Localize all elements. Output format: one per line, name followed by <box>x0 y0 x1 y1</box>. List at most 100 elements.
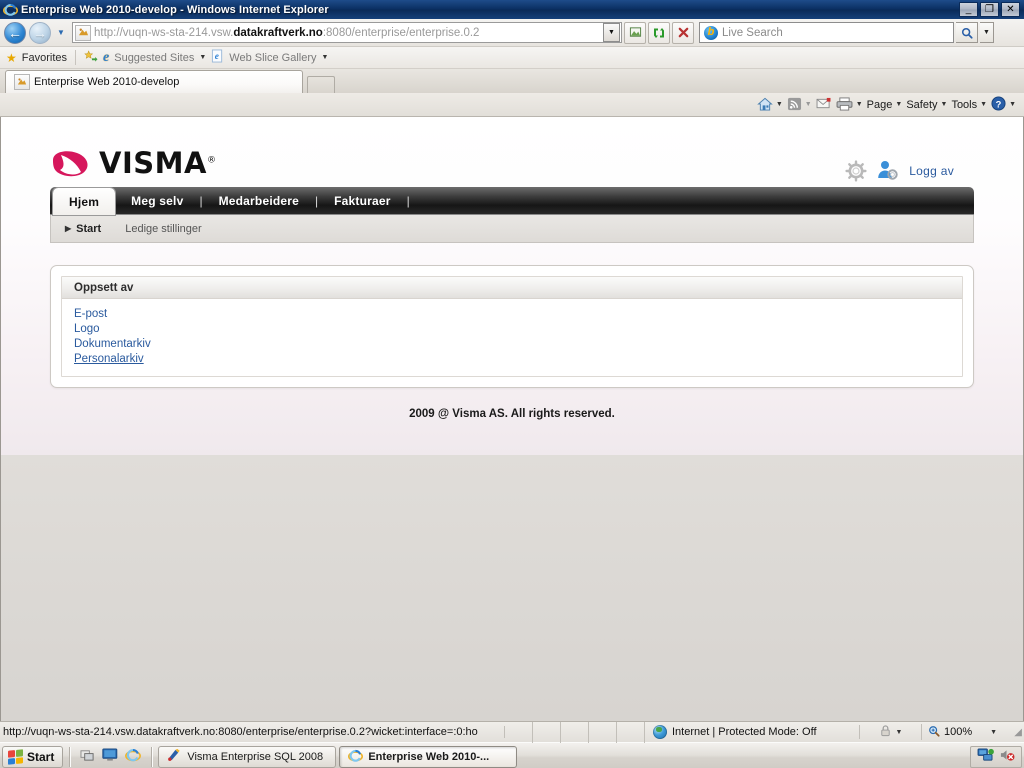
feeds-button[interactable]: ▼ <box>787 97 812 113</box>
tools-caret-icon[interactable]: ▼ <box>980 101 987 108</box>
safety-caret-icon[interactable]: ▼ <box>941 101 948 108</box>
web-slice-gallery-icon: e <box>211 49 224 66</box>
new-tab-button[interactable] <box>307 76 335 93</box>
home-caret-icon[interactable]: ▼ <box>776 101 783 108</box>
svg-text:e: e <box>215 52 219 62</box>
network-icon[interactable] <box>977 748 994 765</box>
bing-logo-icon: b <box>704 25 718 40</box>
page-content: VISMA® Logg av Hjem Meg selv | Medarbeid… <box>1 117 1023 420</box>
search-go-button[interactable] <box>956 22 978 43</box>
web-slice-caret-icon[interactable]: ▼ <box>322 54 329 61</box>
home-button[interactable]: ▼ <box>757 97 783 113</box>
subnav-item-ledige-stillinger[interactable]: Ledige stillinger <box>125 223 201 235</box>
logout-link[interactable]: Logg av <box>909 164 954 178</box>
address-bar[interactable]: http://vuqn-ws-sta-214.vsw.datakraftverk… <box>72 22 622 43</box>
minimize-button[interactable]: _ <box>959 2 978 17</box>
add-to-favorites-icon[interactable] <box>84 49 98 66</box>
favorites-star-icon: ★ <box>6 50 17 65</box>
status-cell-4 <box>589 721 617 743</box>
internet-explorer-icon <box>3 2 18 17</box>
tab-medarbeidere[interactable]: Medarbeidere <box>203 187 315 215</box>
recent-pages-caret-icon[interactable]: ▼ <box>54 28 68 37</box>
mail-icon <box>816 97 832 112</box>
user-settings-icon[interactable] <box>876 159 900 183</box>
status-cell-1 <box>505 721 533 743</box>
start-button[interactable]: Start <box>2 745 64 768</box>
registered-trademark-icon: ® <box>206 155 217 166</box>
visma-sql-icon <box>167 748 182 765</box>
lock-icon <box>879 724 892 740</box>
link-personalarkiv[interactable]: Personalarkiv <box>74 352 144 367</box>
window-title: Enterprise Web 2010-develop - Windows In… <box>21 3 329 16</box>
volume-muted-icon[interactable] <box>999 748 1015 765</box>
page-caret-icon[interactable]: ▼ <box>895 101 902 108</box>
page-background-bottom <box>1 455 1023 721</box>
page-footer: 2009 @ Visma AS. All rights reserved. <box>409 408 615 420</box>
url-prefix: http://vuqn-ws-sta-214.vsw. <box>94 26 234 39</box>
safety-menu-button[interactable]: Safety ▼ <box>906 99 947 111</box>
panel-header-label: Oppsett av <box>74 281 134 294</box>
tab-hjem[interactable]: Hjem <box>53 188 116 215</box>
safety-menu-label: Safety <box>906 98 938 111</box>
task-button-visma-enterprise-sql[interactable]: Visma Enterprise SQL 2008 <box>158 745 337 768</box>
globe-icon <box>653 725 667 739</box>
security-zone[interactable]: Internet | Protected Mode: Off <box>645 725 860 739</box>
mail-button[interactable] <box>816 97 832 112</box>
tab-meg-selv[interactable]: Meg selv <box>115 187 199 215</box>
page-viewport: VISMA® Logg av Hjem Meg selv | Medarbeid… <box>0 117 1024 721</box>
browser-navigation-bar: ← → ▼ http://vuqn-ws-sta-214.vsw.datakra… <box>0 19 1024 47</box>
tab-fakturaer[interactable]: Fakturaer <box>318 187 407 215</box>
help-menu-button[interactable]: ? ▼ <box>991 96 1016 113</box>
help-caret-icon[interactable]: ▼ <box>1009 101 1016 108</box>
link-e-post[interactable]: E-post <box>74 307 107 322</box>
status-link-url: http://vuqn-ws-sta-214.vsw.datakraftverk… <box>0 726 505 738</box>
subnav-item-start[interactable]: ▶ Start <box>65 223 101 235</box>
page-menu-label: Page <box>866 98 893 111</box>
internet-explorer-icon[interactable] <box>125 747 142 766</box>
tab-fakturaer-label: Fakturaer <box>334 194 391 208</box>
restore-button[interactable]: ❐ <box>980 2 999 17</box>
show-desktop-icon[interactable] <box>80 748 95 765</box>
search-options-caret-icon[interactable]: ▼ <box>980 22 994 43</box>
forward-button[interactable]: → <box>29 21 51 44</box>
link-logo[interactable]: Logo <box>74 322 100 337</box>
print-button[interactable]: ▼ <box>836 96 863 113</box>
tab-bar: Enterprise Web 2010-develop <box>0 69 1024 93</box>
gear-icon[interactable] <box>845 160 867 182</box>
panel-body: E-post Logo Dokumentarkiv Personalarkiv <box>62 299 962 376</box>
suggested-sites-label[interactable]: Suggested Sites <box>114 52 194 64</box>
refresh-button[interactable] <box>648 21 670 44</box>
page-favicon <box>75 24 91 41</box>
suggested-sites-caret-icon[interactable]: ▼ <box>199 54 206 61</box>
feeds-caret-icon[interactable]: ▼ <box>805 101 812 108</box>
protected-mode-caret-icon[interactable]: ▼ <box>896 729 903 736</box>
windows-flag-icon <box>8 748 23 765</box>
page-menu-button[interactable]: Page ▼ <box>867 99 903 111</box>
back-button[interactable]: ← <box>4 21 26 44</box>
close-button[interactable]: ✕ <box>1001 2 1020 17</box>
resize-grip[interactable]: ◢ <box>1012 727 1024 738</box>
search-input[interactable]: b Live Search <box>699 22 954 43</box>
favorites-label[interactable]: Favorites <box>22 52 67 64</box>
zoom-caret-icon[interactable]: ▼ <box>990 729 997 736</box>
display-icon[interactable] <box>102 748 118 765</box>
task-button-enterprise-web[interactable]: Enterprise Web 2010-... <box>339 745 518 768</box>
help-icon: ? <box>991 96 1006 113</box>
link-dokumentarkiv[interactable]: Dokumentarkiv <box>74 337 151 352</box>
browser-status-bar: http://vuqn-ws-sta-214.vsw.datakraftverk… <box>0 721 1024 743</box>
zoom-control[interactable]: 100% ▼ <box>922 725 1012 740</box>
tools-menu-label: Tools <box>951 98 978 111</box>
browser-tab-enterprise-web[interactable]: Enterprise Web 2010-develop <box>5 70 303 93</box>
tab-title: Enterprise Web 2010-develop <box>34 76 180 88</box>
print-caret-icon[interactable]: ▼ <box>856 101 863 108</box>
printer-icon <box>836 96 853 113</box>
web-slice-gallery-label[interactable]: Web Slice Gallery <box>229 52 316 64</box>
protected-mode-indicator[interactable]: ▼ <box>860 724 922 740</box>
compatibility-view-button[interactable] <box>624 21 646 44</box>
address-url-text: http://vuqn-ws-sta-214.vsw.datakraftverk… <box>94 27 603 39</box>
visma-swoosh-icon <box>50 150 92 178</box>
address-dropdown-icon[interactable]: ▼ <box>603 23 620 42</box>
stop-button[interactable] <box>672 21 694 44</box>
favorites-bar: ★ Favorites e Suggested Sites ▼ e Web Sl… <box>0 47 1024 69</box>
tools-menu-button[interactable]: Tools ▼ <box>951 99 987 111</box>
